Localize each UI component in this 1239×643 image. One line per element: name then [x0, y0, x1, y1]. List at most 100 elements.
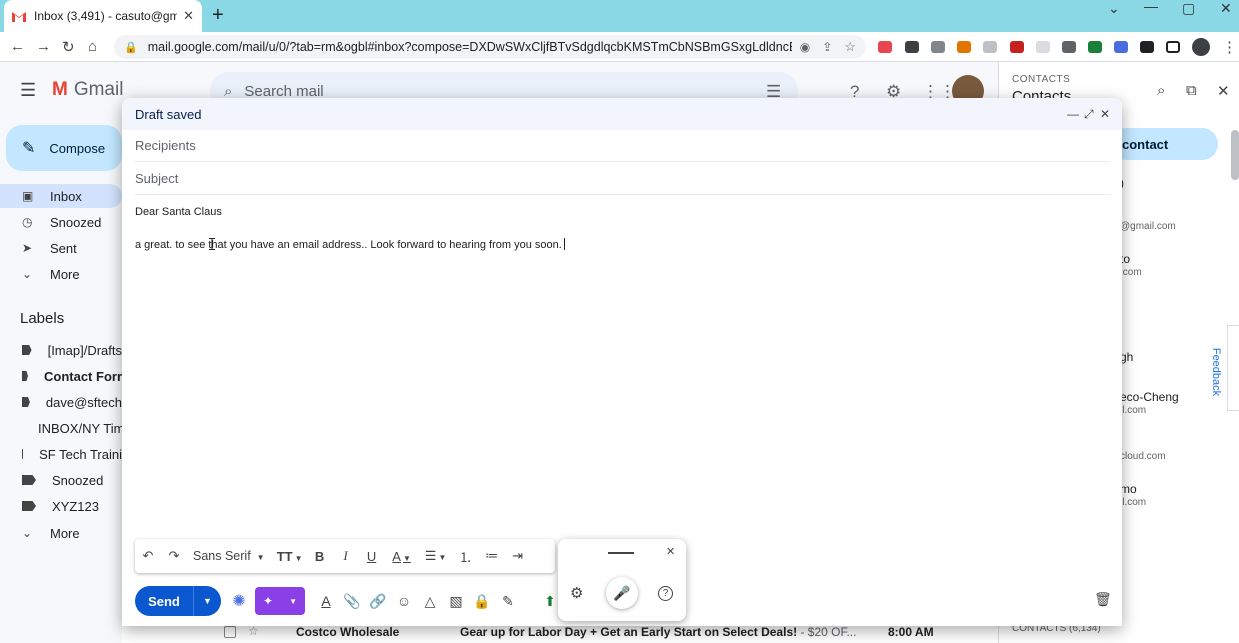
settings-gear-icon[interactable]: ⚙ — [570, 584, 583, 602]
labels-more[interactable]: ⌄ More — [0, 521, 122, 545]
close-icon[interactable]: ✕ — [666, 545, 675, 558]
sidebar-item-more[interactable]: ⌄ More — [0, 262, 122, 286]
browser-toolbar: ← → ↻ ⌂ 🔒 mail.google.com/mail/u/0/?tab=… — [0, 32, 1239, 62]
sidebar-item-sent[interactable]: ➤ Sent — [0, 236, 122, 260]
compose-header[interactable]: Draft saved — [122, 98, 1122, 130]
text-cursor-icon — [209, 238, 215, 250]
message-greeting[interactable]: Dear Santa Claus — [135, 206, 222, 218]
back-icon[interactable]: ← — [10, 38, 25, 55]
create-contact-button[interactable]: contact — [1110, 128, 1218, 160]
label-item[interactable]: [Imap]/Drafts — [0, 339, 122, 361]
insert-link-icon[interactable]: 🔗 — [365, 593, 391, 610]
underline-icon[interactable]: U — [359, 549, 385, 564]
bold-icon[interactable]: B — [307, 549, 333, 564]
minimize-window-icon[interactable]: — — [1144, 0, 1158, 14]
contact-entry[interactable]: gh — [1120, 350, 1133, 364]
new-tab-icon[interactable]: + — [212, 4, 224, 27]
contact-entry[interactable]: eco-Cheng — [1120, 390, 1179, 404]
microphone-icon[interactable]: 🎤 — [606, 577, 638, 609]
tab-close-icon[interactable]: ✕ — [183, 8, 194, 24]
italic-icon[interactable]: I — [333, 548, 359, 564]
extension-icon[interactable] — [905, 41, 919, 53]
address-bar[interactable]: 🔒 mail.google.com/mail/u/0/?tab=rm&ogbl#… — [114, 35, 866, 59]
color-extension-icon[interactable] — [957, 41, 971, 53]
close-icon[interactable]: ✕ — [1217, 82, 1230, 100]
label-item[interactable]: Snoozed — [0, 469, 122, 491]
gmail-logo[interactable]: M Gmail — [52, 79, 123, 101]
insert-photo-icon[interactable]: ▧ — [443, 593, 469, 610]
attach-file-icon[interactable]: 📎 — [339, 593, 365, 610]
bulleted-list-icon[interactable]: ≔ — [479, 548, 505, 564]
indent-icon[interactable]: ⇥ — [505, 548, 531, 564]
formatting-options-icon[interactable]: A — [313, 593, 339, 609]
send-options-icon[interactable]: ▼ — [193, 586, 221, 616]
feedback-tab[interactable]: Feedback — [1210, 325, 1239, 411]
forward-icon[interactable]: → — [36, 38, 51, 55]
text-color-icon[interactable]: A ▼ — [385, 549, 419, 564]
ai-assist-button[interactable]: ✦ ▼ — [255, 587, 305, 615]
close-compose-icon[interactable]: ✕ — [1100, 107, 1110, 121]
drag-handle[interactable] — [608, 552, 634, 554]
mail-extension-icon[interactable] — [983, 41, 997, 53]
maximize-window-icon[interactable]: ▢ — [1182, 0, 1195, 16]
bookmark-star-icon[interactable]: ☆ — [844, 39, 856, 55]
drive-icon[interactable]: △ — [417, 593, 443, 610]
minimize-icon[interactable]: — — [1067, 107, 1079, 121]
confidential-mode-icon[interactable]: 🔒 — [469, 593, 495, 610]
send-button[interactable]: Send — [135, 586, 193, 616]
label-item[interactable]: INBOX/NY Tim — [0, 417, 122, 439]
label-item[interactable]: XYZ123 — [0, 495, 122, 517]
window-extension-icon[interactable] — [1062, 41, 1076, 53]
gear-extension-icon[interactable]: ✺ — [227, 589, 251, 613]
row-checkbox[interactable] — [224, 626, 236, 638]
home-icon[interactable]: ⌂ — [88, 38, 97, 55]
search-icon[interactable]: ⌕ — [1157, 82, 1165, 99]
emoji-icon[interactable]: ☺ — [391, 593, 417, 609]
text-size-icon[interactable]: TT ▼ — [273, 549, 307, 564]
profile-avatar[interactable] — [1192, 38, 1210, 56]
contacts-scrollbar[interactable] — [1231, 130, 1239, 180]
contact-entry[interactable]: mo — [1120, 482, 1137, 496]
label-icon — [22, 371, 28, 381]
subject-field[interactable] — [135, 163, 1110, 195]
main-menu-icon[interactable]: ☰ — [20, 80, 36, 101]
subject-input[interactable] — [135, 171, 1110, 186]
help-icon[interactable]: ? — [658, 586, 673, 601]
signature-pen-icon[interactable]: ✎ — [495, 593, 521, 610]
label-item[interactable]: SF Tech Traini — [0, 443, 122, 465]
chrome-menu-icon[interactable]: ⋮ — [1222, 38, 1237, 56]
numbered-list-icon[interactable]: ⒈ — [453, 547, 479, 566]
search-icon[interactable]: ⌕ — [224, 83, 232, 100]
label-item[interactable]: Contact Forr — [0, 365, 122, 387]
label-item[interactable]: dave@sftech — [0, 391, 122, 413]
pocket-extension-icon[interactable] — [878, 41, 892, 53]
full-screen-icon[interactable]: ⤢ — [1084, 107, 1094, 122]
sidebar-item-snoozed[interactable]: ◷ Snoozed — [0, 210, 122, 234]
browser-tab-inbox[interactable]: Inbox (3,491) - casuto@gmail.co ✕ — [4, 0, 202, 32]
share-icon[interactable]: ⇪ — [822, 40, 832, 54]
row-sender: Costco Wholesale — [296, 625, 400, 639]
sidebar-item-inbox[interactable]: ▣ Inbox — [0, 184, 122, 208]
play-extension-icon[interactable] — [1088, 41, 1102, 53]
visibility-icon[interactable]: ◉ — [800, 40, 810, 54]
reload-icon[interactable]: ↻ — [62, 38, 75, 56]
recipients-input[interactable] — [135, 138, 1110, 153]
gear-extension-icon[interactable] — [1114, 41, 1128, 53]
message-body[interactable]: a great. to see that you have an email a… — [135, 238, 565, 251]
side-panel-icon[interactable] — [1166, 41, 1180, 53]
compose-button[interactable]: ✎ Compose — [6, 125, 122, 171]
redo-icon[interactable]: ↷ — [161, 548, 187, 564]
discard-draft-icon[interactable]: 🗑 — [1094, 591, 1112, 608]
screen-extension-icon[interactable] — [1010, 41, 1024, 53]
star-icon[interactable]: ☆ — [248, 624, 259, 638]
font-select[interactable]: Sans Serif ▼ — [193, 549, 265, 563]
undo-icon[interactable]: ↶ — [135, 548, 161, 564]
close-window-icon[interactable]: ✕ — [1220, 0, 1232, 16]
camera-extension-icon[interactable] — [931, 41, 945, 53]
align-icon[interactable]: ☰ ▼ — [419, 548, 453, 564]
open-in-new-icon[interactable]: ⧉ — [1186, 82, 1197, 99]
recipients-field[interactable] — [135, 130, 1110, 162]
puzzle-extensions-icon[interactable] — [1140, 41, 1154, 53]
extension-grey-icon[interactable] — [1036, 41, 1050, 53]
tab-search-icon[interactable]: ⌄ — [1108, 0, 1120, 16]
